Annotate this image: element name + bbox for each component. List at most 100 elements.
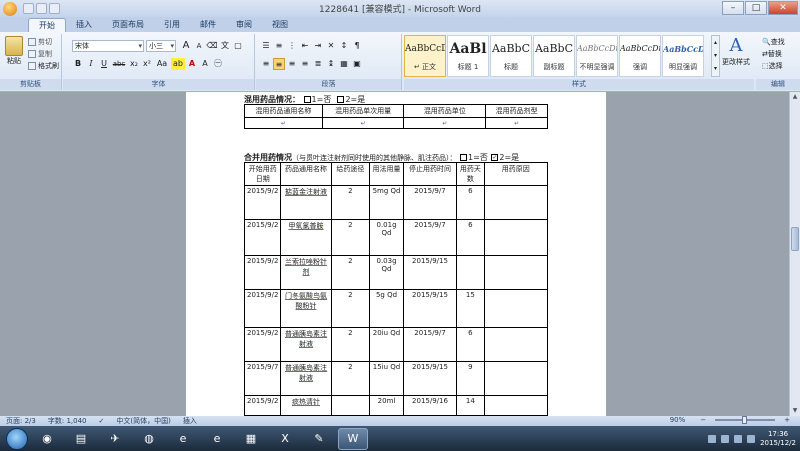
media-app-icon[interactable]: ◉ <box>32 428 62 450</box>
table-cell-days[interactable] <box>456 255 485 290</box>
scroll-up-icon[interactable]: ▲ <box>790 92 800 102</box>
bold-button[interactable]: B <box>72 58 84 70</box>
table-cell-reason[interactable] <box>483 255 548 290</box>
browser-icon[interactable]: ◍ <box>134 428 164 450</box>
shrink-font-button[interactable]: A <box>193 40 205 52</box>
char-shading-icon[interactable]: A <box>199 58 211 70</box>
table-cell-dose[interactable]: 5g Qd <box>369 289 404 328</box>
bird-app-icon[interactable]: ✈ <box>100 428 130 450</box>
table-cell-stop[interactable]: 2015/9/7 <box>402 185 458 220</box>
start-button[interactable] <box>6 427 28 450</box>
style-intense-emphasis[interactable]: AaBbCcDt 明显强调 <box>662 35 704 77</box>
table-cell[interactable]: ↵ <box>485 117 548 129</box>
tab-insert[interactable]: 插入 <box>66 18 102 32</box>
select-button[interactable]: ⬚选择 <box>762 60 785 72</box>
table-cell-route[interactable]: 2 <box>330 219 371 256</box>
table-cell-dose[interactable]: 5mg Qd <box>369 185 404 220</box>
page-count[interactable]: 页面: 2/3 <box>0 416 42 426</box>
table-cell-stop[interactable]: 2015/9/15 <box>402 289 458 328</box>
tab-page-layout[interactable]: 页面布局 <box>102 18 154 32</box>
shading-icon[interactable]: ▦ <box>338 58 350 70</box>
table-cell-stop[interactable]: 2015/9/15 <box>402 361 458 396</box>
table-cell-name[interactable]: 掂蓝金注射液 <box>280 185 332 220</box>
table-cell-reason[interactable] <box>483 361 548 396</box>
italic-button[interactable]: I <box>85 58 97 70</box>
table-cell-start[interactable]: 2015/9/2 <box>243 327 282 362</box>
line-spacing-icon[interactable]: ↨ <box>325 58 337 70</box>
cut-button[interactable]: 剪切 <box>28 37 52 47</box>
language-indicator[interactable]: 中文(简体，中国) <box>110 416 176 426</box>
folder-icon[interactable]: ▤ <box>66 428 96 450</box>
change-case-button[interactable]: Aa <box>154 58 170 70</box>
option-yes-checkbox[interactable]: ✓ <box>491 154 499 161</box>
justify-icon[interactable]: ≡ <box>299 58 311 70</box>
decrease-indent-icon[interactable]: ⇤ <box>299 40 311 52</box>
network-icon[interactable] <box>734 434 743 443</box>
document-page[interactable]: 混用药品情况： 1=否 2=是 混用药品通用名称 混用药品单次用量 混用药品单位… <box>186 92 606 416</box>
table-cell-reason[interactable] <box>483 289 548 328</box>
table-cell-route[interactable]: 2 <box>330 255 371 290</box>
distributed-icon[interactable]: ≣ <box>312 58 324 70</box>
table-cell-stop[interactable]: 2015/9/16 <box>402 395 458 416</box>
font-size-select[interactable]: 小三 <box>146 40 176 52</box>
vertical-scrollbar[interactable]: ▲ ▼ <box>789 92 800 416</box>
volume-icon[interactable] <box>747 434 756 443</box>
find-button[interactable]: 🔍查找 <box>762 36 785 48</box>
table-cell-reason[interactable] <box>483 185 548 220</box>
table-cell-days[interactable]: 15 <box>456 289 485 328</box>
excel-icon[interactable]: X <box>270 428 300 450</box>
table-cell-days[interactable]: 14 <box>456 395 485 416</box>
table-cell-start[interactable]: 2015/9/2 <box>243 219 282 256</box>
table-cell-name[interactable]: 普通胰岛素注射液 <box>280 327 332 362</box>
tab-references[interactable]: 引用 <box>154 18 190 32</box>
replace-button[interactable]: ⇄替换 <box>762 48 785 60</box>
table-cell-start[interactable]: 2015/9/7 <box>243 361 282 396</box>
table-cell-route[interactable]: 2 <box>330 361 371 396</box>
app-icon[interactable]: ▦ <box>236 428 266 450</box>
style-subtle-emphasis[interactable]: AaBbCcDt 不明显强调 <box>576 35 618 77</box>
table-cell[interactable]: ↵ <box>321 117 405 129</box>
enclose-char-icon[interactable]: ㊀ <box>212 58 224 70</box>
table-cell-dose[interactable]: 0.03g Qd <box>369 255 404 290</box>
tab-review[interactable]: 审阅 <box>226 18 262 32</box>
multilevel-list-icon[interactable]: ⋮ <box>286 40 298 52</box>
table-cell[interactable]: ↵ <box>403 117 487 129</box>
table-cell-reason[interactable] <box>483 395 548 416</box>
clear-format-icon[interactable]: ⌫ <box>206 40 218 52</box>
table-cell-reason[interactable] <box>483 327 548 362</box>
option-no-checkbox[interactable] <box>303 96 311 103</box>
char-border-icon[interactable]: ▢ <box>232 40 244 52</box>
clock[interactable]: 17:36 2015/12/2 <box>760 430 796 448</box>
tab-mailings[interactable]: 邮件 <box>190 18 226 32</box>
table-cell-route[interactable]: 2 <box>330 185 371 220</box>
style-heading-1[interactable]: AaBl 标题 1 <box>447 35 489 77</box>
zoom-slider[interactable] <box>715 416 776 424</box>
table-cell-start[interactable]: 2015/9/2 <box>243 185 282 220</box>
table-cell-name[interactable]: 兰索拉唑粉针剂 <box>280 255 332 290</box>
scroll-thumb[interactable] <box>791 227 799 251</box>
table-cell-start[interactable]: 2015/9/2 <box>243 395 282 416</box>
styles-scroll[interactable]: ▴ ▾ ▾ <box>711 35 720 77</box>
tab-view[interactable]: 视图 <box>262 18 298 32</box>
scroll-down-icon[interactable]: ▼ <box>790 406 800 416</box>
table-cell-name[interactable]: 门冬氨酸鸟氨酸粉针 <box>280 289 332 328</box>
close-button[interactable]: ✕ <box>768 1 798 15</box>
table-cell-dose[interactable]: 20iu Qd <box>369 327 404 362</box>
table-cell-stop[interactable]: 2015/9/7 <box>402 219 458 256</box>
table-cell-name[interactable]: 痰热清针 <box>280 395 332 416</box>
copy-button[interactable]: 复制 <box>28 49 52 59</box>
style-emphasis[interactable]: AaBbCcDt 强调 <box>619 35 661 77</box>
superscript-button[interactable]: x² <box>141 58 153 70</box>
tray-icon[interactable] <box>708 434 717 443</box>
minimize-button[interactable]: – <box>722 1 744 15</box>
table-cell-days[interactable]: 6 <box>456 327 485 362</box>
table-cell-days[interactable]: 9 <box>456 361 485 396</box>
tools-icon[interactable]: ✎ <box>304 428 334 450</box>
bullets-icon[interactable]: ☰ <box>260 40 272 52</box>
borders-icon[interactable]: ▣ <box>351 58 363 70</box>
zoom-level[interactable]: 90% <box>664 416 692 424</box>
save-icon[interactable] <box>23 3 34 14</box>
option-no-checkbox[interactable] <box>460 154 468 161</box>
table-cell-route[interactable]: 2 <box>330 327 371 362</box>
font-name-select[interactable]: 宋体 <box>72 40 144 52</box>
